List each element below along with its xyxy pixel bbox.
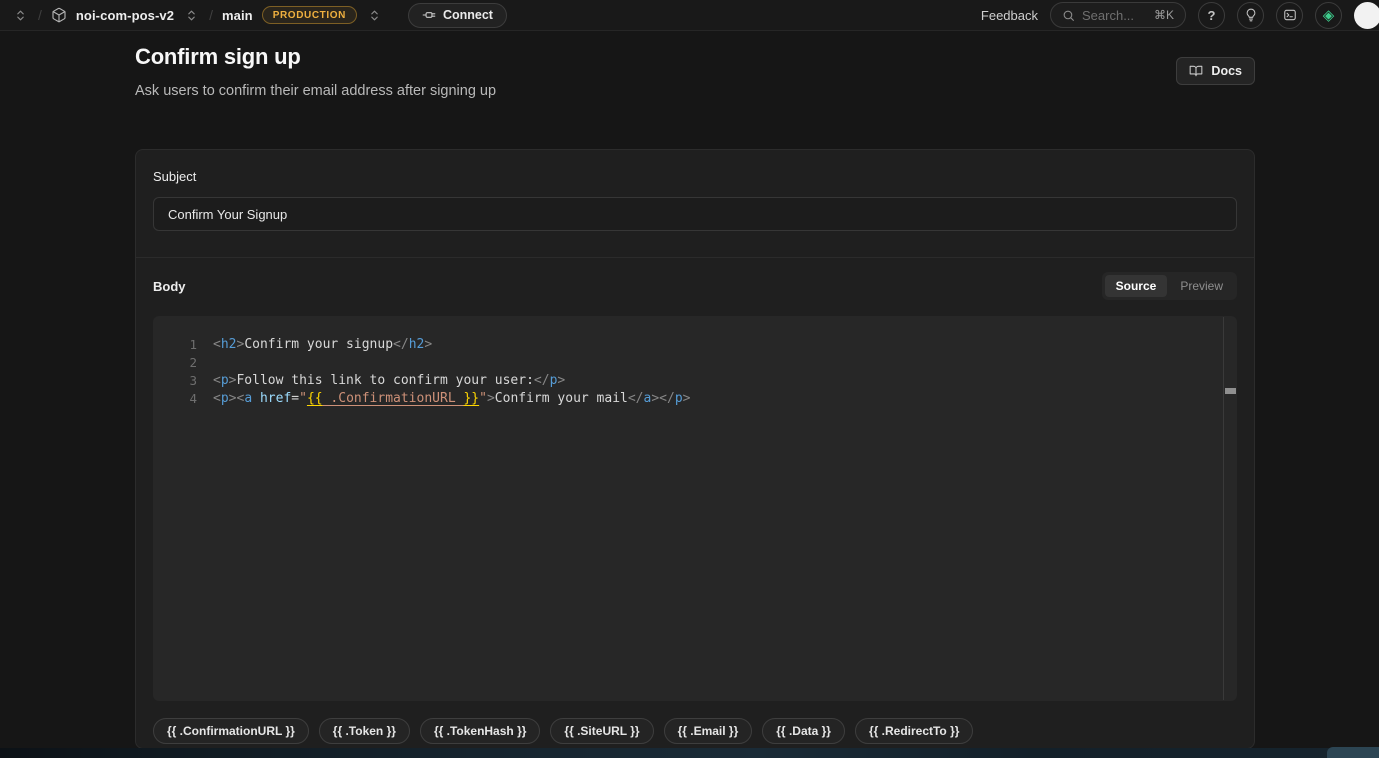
variable-chip[interactable]: {{ .Data }} [762,718,845,744]
line-code: <p>Follow this link to confirm your user… [213,372,565,390]
page-subtitle: Ask users to confirm their email address… [135,83,496,99]
branch-name[interactable]: main [222,8,253,23]
line-code: <p><a href="{{ .ConfirmationURL }}">Conf… [213,390,690,408]
editor-line[interactable]: 3 <p>Follow this link to confirm your use… [153,372,1237,390]
subject-label: Subject [153,169,1237,184]
search-input[interactable]: Search... ⌘K [1050,2,1186,28]
editor-scrollbar-mark [1225,388,1236,394]
cli-button[interactable] [1276,2,1303,29]
editor-scrollbar[interactable] [1223,317,1237,700]
branch-switcher-chevron-icon[interactable] [366,7,383,24]
user-avatar[interactable] [1354,2,1379,29]
editor-line[interactable]: 1 <h2>Confirm your signup</h2> [153,336,1237,354]
page-title: Confirm sign up [135,44,496,70]
editor-line[interactable]: 4 <p><a href="{{ .ConfirmationURL }}">Con… [153,390,1237,408]
line-number: 2 [153,354,197,372]
breadcrumb-separator: / [38,7,42,23]
breadcrumb-separator: / [209,7,213,23]
bottom-strip [0,748,1379,758]
page-header: Confirm sign up Ask users to confirm the… [0,31,1379,99]
variable-chip[interactable]: {{ .TokenHash }} [420,718,540,744]
whats-new-button[interactable] [1237,2,1264,29]
help-icon: ? [1208,8,1216,23]
assistant-button[interactable]: ◈ [1315,2,1342,29]
line-number: 4 [153,390,197,408]
subject-section: Subject [136,150,1254,258]
feedback-button[interactable]: Feedback [981,8,1038,23]
email-template-card: Subject Body SourcePreview 1 <h2>Confirm … [135,149,1255,749]
body-section: Body SourcePreview 1 <h2>Confirm your sig… [136,272,1254,744]
assistant-diamond-icon: ◈ [1323,8,1335,23]
variable-chip[interactable]: {{ .RedirectTo }} [855,718,973,744]
subject-input[interactable] [153,197,1237,231]
lightbulb-icon [1244,8,1258,22]
help-button[interactable]: ? [1198,2,1225,29]
environment-badge: PRODUCTION [262,6,357,24]
book-icon [1189,64,1203,78]
project-switcher-chevron-icon[interactable] [183,7,200,24]
tab-source[interactable]: Source [1105,275,1168,297]
breadcrumb: / noi-com-pos-v2 / main PRODUCTION Conne… [12,3,507,28]
project-box-icon [51,7,67,23]
connect-button[interactable]: Connect [408,3,507,28]
docs-button-label: Docs [1211,64,1242,78]
topbar: / noi-com-pos-v2 / main PRODUCTION Conne… [0,0,1379,31]
code-editor-lines: 1 <h2>Confirm your signup</h2> 23 <p>Follow… [153,316,1237,408]
variable-chips: {{ .ConfirmationURL }} {{ .Token }} {{ .To… [153,718,1237,744]
variable-chip[interactable]: {{ .Token }} [319,718,410,744]
line-number: 1 [153,336,197,354]
project-name[interactable]: noi-com-pos-v2 [76,8,174,23]
variable-chip[interactable]: {{ .Email }} [664,718,753,744]
body-label: Body [153,279,186,294]
code-editor[interactable]: 1 <h2>Confirm your signup</h2> 23 <p>Follow… [153,316,1237,701]
search-shortcut: ⌘K [1154,8,1174,22]
tab-preview[interactable]: Preview [1169,275,1234,297]
connect-button-label: Connect [443,8,493,22]
variable-chip[interactable]: {{ .ConfirmationURL }} [153,718,309,744]
plug-icon [422,8,436,22]
line-number: 3 [153,372,197,390]
variable-chip[interactable]: {{ .SiteURL }} [550,718,653,744]
line-code: <h2>Confirm your signup</h2> [213,336,432,354]
org-switcher-chevron-icon[interactable] [12,7,29,24]
body-view-tabs: SourcePreview [1102,272,1237,300]
search-icon [1062,9,1075,22]
terminal-icon [1283,8,1297,22]
search-placeholder: Search... [1082,8,1147,23]
bottom-strip-pill [1327,747,1379,758]
editor-line[interactable]: 2 [153,354,1237,372]
docs-button[interactable]: Docs [1176,57,1255,85]
